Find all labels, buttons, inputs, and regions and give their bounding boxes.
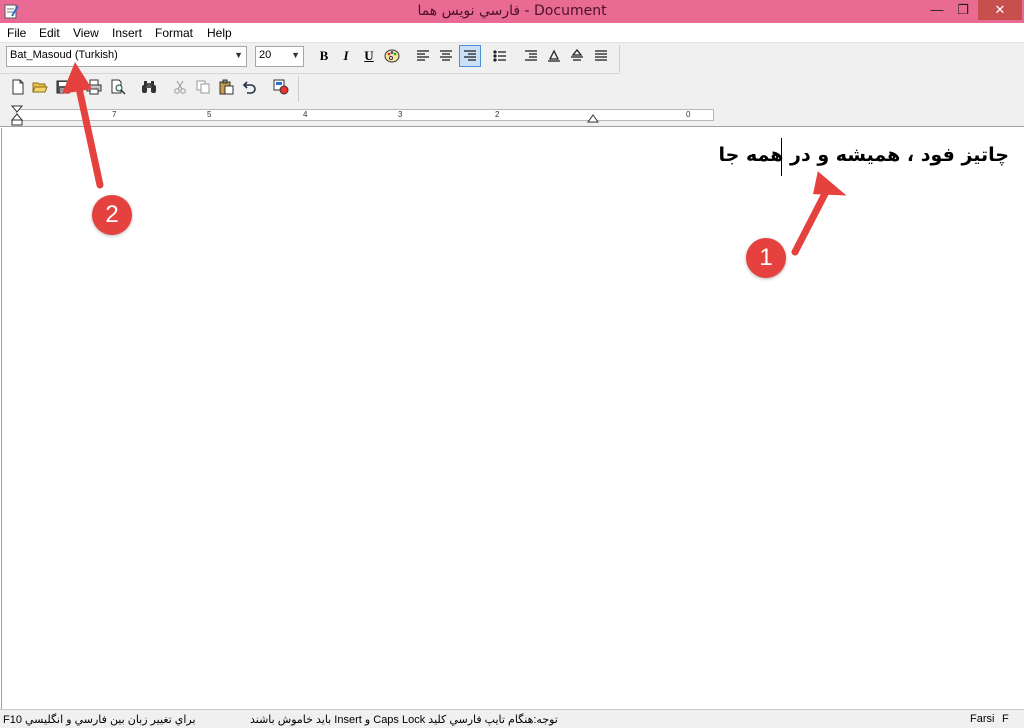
annotation-badge-2: 2: [92, 195, 132, 235]
bold-button[interactable]: B: [313, 45, 335, 67]
ruler-strip: 7 5 4 3 2 0: [16, 109, 714, 121]
status-note: توجه:هنگام تايپ فارسي كليد Caps Lock و I…: [250, 714, 558, 726]
copy-icon: [196, 80, 210, 94]
italic-icon: I: [343, 48, 349, 63]
new-document-icon: [12, 79, 24, 95]
find-button[interactable]: [138, 76, 160, 98]
paste-button[interactable]: [215, 76, 237, 98]
right-indent-marker[interactable]: [587, 113, 599, 125]
status-language-hint: F10 براي تغيير زبان بين فارسي و انگليسي: [3, 714, 196, 726]
document-text[interactable]: چاتيز فود ، هميشه و در همه جا: [719, 144, 1009, 166]
align-top-button[interactable]: [543, 45, 565, 67]
ruler-number: 3: [398, 110, 403, 119]
menu-format[interactable]: Format: [155, 26, 193, 40]
toolbar-end-separator: [298, 76, 299, 102]
undo-icon: [242, 81, 256, 94]
ruler-number: 5: [207, 110, 212, 119]
menu-bar: File Edit View Insert Format Help: [0, 23, 1024, 43]
print-button[interactable]: [83, 76, 105, 98]
menu-edit[interactable]: Edit: [39, 26, 60, 40]
menu-view[interactable]: View: [73, 26, 99, 40]
printer-icon: [86, 79, 102, 95]
new-button[interactable]: [7, 76, 29, 98]
underline-button[interactable]: U: [358, 45, 380, 67]
align-right-button[interactable]: [459, 45, 481, 67]
bullets-button[interactable]: [489, 45, 511, 67]
annotation-badge-1: 1: [746, 238, 786, 278]
save-button[interactable]: [52, 76, 74, 98]
font-size-value: 20: [259, 49, 272, 61]
insert-object-icon: [273, 79, 289, 95]
align-center-icon: [440, 50, 452, 61]
copy-button[interactable]: [192, 76, 214, 98]
left-indent-marker[interactable]: [10, 105, 24, 127]
print-preview-icon: [111, 79, 126, 95]
align-left-button[interactable]: [412, 45, 434, 67]
font-name-dropdown[interactable]: Bat_Masoud (Turkish) ▼: [6, 46, 247, 67]
document-area[interactable]: چاتيز فود ، هميشه و در همه جا: [1, 128, 1023, 709]
font-name-value: Bat_Masoud (Turkish): [10, 49, 118, 61]
open-folder-icon: [32, 82, 48, 93]
align-middle-icon: [571, 48, 583, 61]
maximize-button[interactable]: ❐: [950, 0, 976, 20]
ruler-number: 2: [495, 110, 500, 119]
justify-button[interactable]: [590, 45, 612, 67]
chevron-down-icon: ▼: [234, 50, 243, 60]
italic-button[interactable]: I: [335, 45, 357, 67]
ruler-number: 4: [303, 110, 308, 119]
toolbar-end-separator: [619, 45, 620, 72]
text-caret: [781, 138, 782, 176]
status-mode: F: [1002, 713, 1009, 725]
ruler-number: 0: [686, 110, 691, 119]
align-left-icon: [417, 50, 429, 61]
justify-icon: [595, 50, 607, 61]
undo-button[interactable]: [238, 76, 260, 98]
title-bar: فارسي نويس هما - Document — ❐ ✕: [0, 0, 1024, 23]
indent-icon: [525, 50, 537, 61]
cut-button[interactable]: [169, 76, 191, 98]
status-bar: F10 براي تغيير زبان بين فارسي و انگليسي …: [0, 709, 1024, 728]
color-button[interactable]: [381, 45, 403, 67]
align-middle-button[interactable]: [566, 45, 588, 67]
menu-insert[interactable]: Insert: [112, 26, 142, 40]
status-language: Farsi: [970, 713, 995, 725]
bullet-list-icon: [493, 50, 506, 62]
font-size-dropdown[interactable]: 20 ▼: [255, 46, 304, 67]
ruler[interactable]: 7 5 4 3 2 0: [0, 105, 1024, 127]
scissors-icon: [174, 80, 186, 94]
chevron-down-icon: ▼: [291, 50, 300, 60]
window-title: فارسي نويس هما - Document: [417, 3, 607, 19]
menu-file[interactable]: File: [7, 26, 26, 40]
toolbar-divider: [0, 73, 620, 74]
bold-icon: B: [319, 48, 329, 63]
align-top-icon: [548, 49, 560, 62]
ruler-number: 7: [112, 110, 117, 119]
insert-object-button[interactable]: [270, 76, 292, 98]
palette-icon: [384, 49, 400, 63]
minimize-button[interactable]: —: [924, 0, 950, 20]
close-button[interactable]: ✕: [978, 0, 1022, 20]
menu-help[interactable]: Help: [207, 26, 232, 40]
indent-button[interactable]: [520, 45, 542, 67]
binoculars-icon: [142, 81, 156, 93]
align-right-icon: [464, 50, 476, 61]
clipboard-icon: [219, 79, 234, 95]
align-center-button[interactable]: [435, 45, 457, 67]
open-button[interactable]: [29, 76, 51, 98]
save-icon: [56, 80, 70, 94]
underline-icon: U: [364, 48, 374, 63]
print-preview-button[interactable]: [107, 76, 129, 98]
